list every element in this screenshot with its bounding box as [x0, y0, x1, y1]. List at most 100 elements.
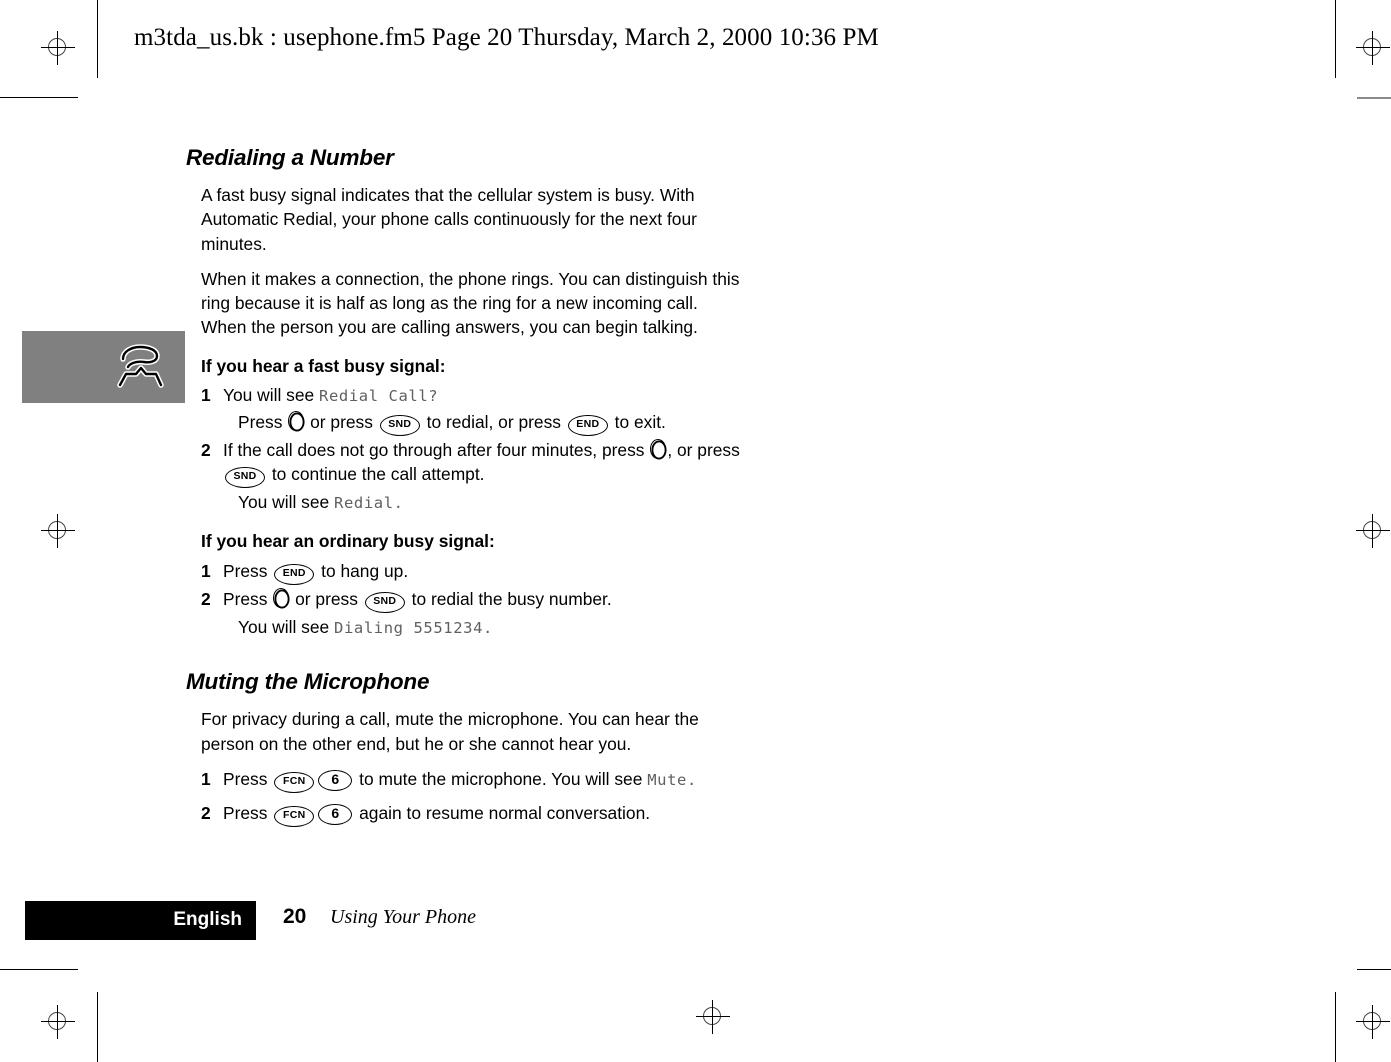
step-item: 1 Press END to hang up. [186, 559, 746, 585]
step-text-fragment: again to resume normal conversation. [354, 802, 651, 823]
step-text-fragment: If the call does not go through after fo… [223, 439, 650, 460]
step-number: 2 [201, 439, 211, 460]
end-key-icon[interactable]: END [567, 414, 608, 436]
section-title-muting: Muting the Microphone [186, 669, 430, 695]
end-key-icon[interactable]: END [274, 563, 315, 585]
footer-language-label: English [173, 909, 242, 930]
registration-mark-top-right [1356, 31, 1390, 65]
reg-hline [41, 1021, 75, 1022]
step-item: 2 Press FCN 6 again to resume normal conv… [186, 801, 746, 827]
snd-key-icon[interactable]: SND [364, 591, 405, 613]
step-text-fragment: Press [223, 768, 273, 789]
nav-diamond-key-icon[interactable] [273, 587, 290, 609]
crop-line-bottom-left-horizontal [0, 969, 78, 970]
page-content: Redialing a Number A fast busy signal in… [186, 145, 746, 829]
running-header: m3tda_us.bk : usephone.fm5 Page 20 Thurs… [134, 24, 879, 51]
crop-line-top-right-vertical [1335, 0, 1336, 78]
step-text: Press END to hang up. [223, 559, 746, 585]
reg-vline [57, 514, 58, 548]
crop-line-top-right-horizontal [1357, 97, 1391, 99]
page-title: Redialing a Number [186, 145, 394, 170]
step-text-fragment: You will see [223, 385, 320, 406]
step-text: If the call does not go through after fo… [223, 438, 746, 489]
step-text: Press FCN 6 to mute the microphone. You w… [223, 767, 746, 793]
step-text-fragment: to mute the microphone. You will see [354, 768, 648, 789]
step-item: 1 You will see Redial Call? [186, 383, 746, 408]
footer-language-bar: English [25, 901, 256, 940]
step-text-fragment: to hang up. [316, 560, 409, 581]
nav-diamond-key-icon[interactable] [288, 410, 305, 432]
step-number: 1 [201, 768, 211, 789]
crop-line-top-left-vertical [97, 0, 98, 78]
step-text-fragment: You will see [238, 492, 335, 513]
six-key-icon[interactable]: 6 [318, 803, 353, 825]
step-text-fragment: to redial, or press [421, 411, 566, 432]
step-number: 2 [201, 588, 211, 609]
step-number: 1 [201, 560, 211, 581]
step-continuation: Press or press SND to redial, or press E… [186, 410, 746, 436]
reg-vline [57, 1005, 58, 1039]
reg-hline [696, 1016, 730, 1017]
paragraph: When it makes a connection, the phone ri… [201, 268, 740, 338]
reg-hline [1356, 47, 1390, 48]
registration-mark-bottom-left [41, 1005, 75, 1039]
phone-handset-icon [115, 341, 167, 393]
step-text-fragment: to redial the busy number. [406, 588, 612, 609]
step-text-fragment: , or press [667, 439, 740, 460]
step-text-fragment: Press [223, 802, 273, 823]
reg-vline [57, 31, 58, 65]
step-text-fragment: Press [223, 560, 273, 581]
lcd-display-text: Mute. [647, 770, 697, 789]
step-text-fragment: Press [238, 411, 288, 432]
step-text: Press or press SND to redial the busy nu… [223, 587, 746, 613]
step-number: 2 [201, 802, 211, 823]
lcd-display-text: Redial. [334, 494, 404, 513]
registration-mark-top-left [41, 31, 75, 65]
reg-hline [1356, 1021, 1390, 1022]
reg-vline [1372, 1005, 1373, 1039]
registration-mark-bottom-center [696, 1000, 730, 1034]
reg-vline [712, 1000, 713, 1034]
registration-mark-left-middle [41, 514, 75, 548]
step-text: Press FCN 6 again to resume normal conver… [223, 801, 746, 827]
step-item: 1 Press FCN 6 to mute the microphone. You… [186, 767, 746, 793]
crop-line-bottom-right-vertical [1335, 992, 1336, 1062]
subsection-heading: If you hear an ordinary busy signal: [201, 531, 495, 552]
paragraph: For privacy during a call, mute the micr… [201, 709, 699, 754]
step-text-fragment: You will see [238, 616, 335, 637]
registration-mark-right-middle [1356, 514, 1390, 548]
reg-hline [41, 530, 75, 531]
step-text-fragment: Press [223, 588, 273, 609]
footer-page-number: 20 [283, 905, 307, 928]
six-key-icon[interactable]: 6 [318, 769, 353, 791]
step-number: 1 [201, 385, 211, 406]
step-text-fragment: or press [290, 588, 363, 609]
step-text-fragment: or press [305, 411, 378, 432]
chapter-tab [22, 331, 185, 403]
footer-chapter-name: Using Your Phone [330, 906, 476, 928]
step-text-fragment: to continue the call attempt. [267, 464, 485, 485]
crop-line-bottom-left-vertical [97, 992, 98, 1062]
lcd-display-text: Dialing 5551234. [334, 618, 493, 637]
subsection-heading: If you hear a fast busy signal: [201, 355, 446, 376]
fcn-key-icon[interactable]: FCN [274, 805, 315, 827]
step-continuation: You will see Redial. [186, 490, 746, 515]
step-item: 2 If the call does not go through after … [186, 438, 746, 489]
step-text: You will see Redial Call? [223, 383, 746, 408]
registration-mark-bottom-right [1356, 1005, 1390, 1039]
reg-hline [1356, 530, 1390, 531]
crop-line-bottom-right-horizontal [1357, 969, 1391, 970]
reg-hline [41, 47, 75, 48]
snd-key-icon[interactable]: SND [225, 467, 265, 489]
crop-line-top-left-horizontal [0, 97, 78, 98]
fcn-key-icon[interactable]: FCN [274, 771, 315, 793]
lcd-display-text: Redial Call? [319, 387, 439, 406]
reg-vline [1372, 31, 1373, 65]
step-text-fragment: to exit. [609, 411, 666, 432]
step-continuation: You will see Dialing 5551234. [186, 615, 746, 640]
snd-key-icon[interactable]: SND [379, 414, 420, 436]
paragraph: A fast busy signal indicates that the ce… [201, 185, 697, 254]
nav-diamond-key-icon[interactable] [650, 438, 667, 460]
reg-vline [1372, 514, 1373, 548]
step-item: 2 Press or press SND to redial the busy … [186, 587, 746, 613]
